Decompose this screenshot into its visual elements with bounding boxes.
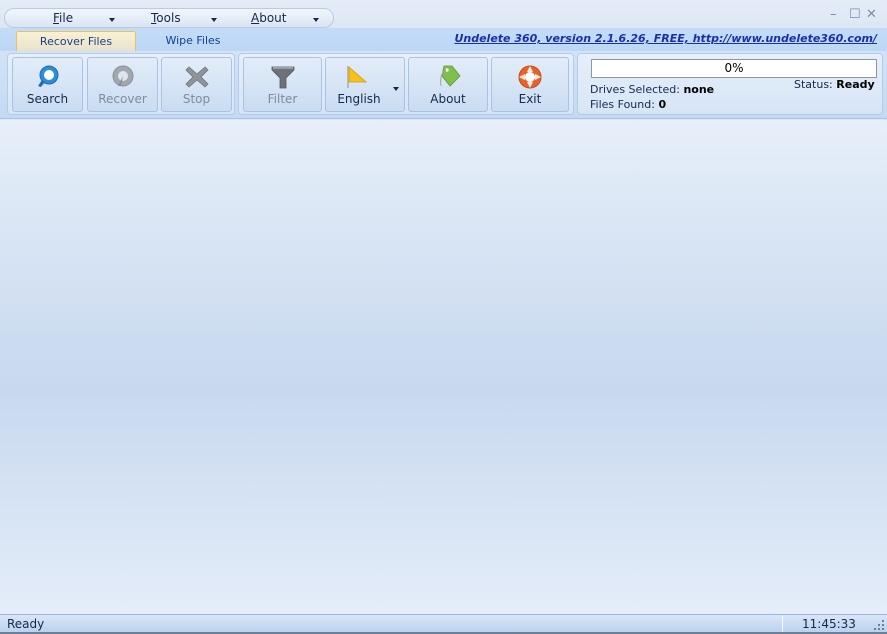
ribbon: Search Recover Stop Filter English About… <box>0 51 887 119</box>
menu-tools-arrow-icon[interactable] <box>211 18 217 22</box>
menu-bar: File Tools About <box>4 8 334 28</box>
about-button-label: About <box>430 92 466 106</box>
drives-selected-value: none <box>683 83 715 96</box>
results-area <box>0 120 887 614</box>
status-bar-separator <box>782 616 783 632</box>
title-bar: File Tools About – ☐ ✕ <box>0 0 887 29</box>
menu-tools[interactable]: Tools <box>151 11 181 25</box>
status-value: Ready <box>836 78 875 91</box>
status-bar: Ready 11:45:33 <box>0 614 887 634</box>
status-label: Status: <box>794 78 833 91</box>
version-link[interactable]: Undelete 360, version 2.1.6.26, FREE, ht… <box>454 32 877 45</box>
files-found: Files Found: 0 <box>590 98 666 111</box>
tab-recover-files[interactable]: Recover Files <box>16 31 136 51</box>
about-button[interactable]: About <box>408 57 488 112</box>
close-button[interactable]: ✕ <box>866 8 877 21</box>
stop-icon <box>184 66 209 88</box>
status-info: Status: Ready <box>794 78 875 91</box>
menu-file-arrow-icon[interactable] <box>109 18 115 22</box>
menu-file[interactable]: File <box>53 11 73 25</box>
progress-text: 0% <box>724 61 744 75</box>
stop-button[interactable]: Stop <box>161 57 232 112</box>
recover-icon <box>112 65 133 87</box>
filter-icon <box>271 66 294 89</box>
ribbon-group-tools: Filter English About Exit <box>238 53 574 115</box>
exit-button-label: Exit <box>518 92 542 106</box>
resize-grip-icon[interactable] <box>874 620 884 630</box>
flag-icon <box>347 66 368 88</box>
exit-icon <box>518 65 542 89</box>
files-found-label: Files Found: <box>590 98 655 111</box>
progress-bar: 0% <box>591 59 877 78</box>
minimize-button[interactable]: – <box>830 8 837 21</box>
recover-button-label: Recover <box>98 92 147 106</box>
filter-button-label: Filter <box>267 92 298 106</box>
status-bar-time: 11:45:33 <box>802 617 856 631</box>
language-dropdown-arrow-icon[interactable] <box>393 87 399 91</box>
menu-tools-label: ools <box>156 11 181 25</box>
exit-button[interactable]: Exit <box>491 57 569 112</box>
ribbon-tab-row: Recover Files Wipe Files Undelete 360, v… <box>0 29 887 51</box>
tab-wipe-files[interactable]: Wipe Files <box>150 31 236 51</box>
search-button[interactable]: Search <box>12 57 83 112</box>
drives-selected: Drives Selected: none <box>590 83 714 96</box>
filter-button[interactable]: Filter <box>243 57 322 112</box>
menu-file-label: ile <box>59 11 74 25</box>
recover-button[interactable]: Recover <box>87 57 158 112</box>
search-icon <box>37 65 58 87</box>
menu-about-label: bout <box>259 11 287 25</box>
status-panel: 0% Drives Selected: none Files Found: 0 … <box>577 53 883 115</box>
tag-icon <box>440 65 461 87</box>
language-button[interactable]: English <box>325 57 405 112</box>
search-button-label: Search <box>26 92 69 106</box>
menu-about[interactable]: About <box>251 11 287 25</box>
language-button-label: English <box>337 92 381 106</box>
menu-about-accel: A <box>251 11 260 25</box>
stop-button-label: Stop <box>182 92 211 106</box>
status-bar-text: Ready <box>7 617 45 631</box>
ribbon-group-actions: Search Recover Stop <box>7 53 235 115</box>
menu-about-arrow-icon[interactable] <box>313 18 319 22</box>
drives-selected-label: Drives Selected: <box>590 83 680 96</box>
maximize-button[interactable]: ☐ <box>849 8 861 21</box>
files-found-value: 0 <box>658 98 667 111</box>
